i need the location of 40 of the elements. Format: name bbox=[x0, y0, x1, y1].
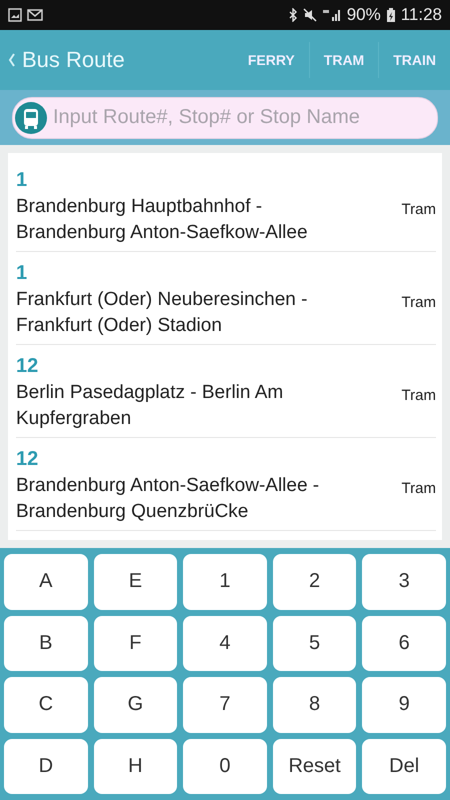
clock-time: 11:28 bbox=[400, 5, 442, 25]
keypad-key[interactable]: D bbox=[4, 738, 88, 794]
keypad-key[interactable]: B bbox=[4, 616, 88, 671]
keypad-key[interactable]: 0 bbox=[183, 738, 267, 794]
search-bar[interactable]: Input Route#, Stop# or Stop Name bbox=[12, 96, 438, 138]
battery-percent: 90% bbox=[346, 5, 381, 25]
keypad-key[interactable]: G bbox=[94, 677, 178, 732]
keypad-key[interactable]: 6 bbox=[362, 616, 446, 671]
gallery-icon bbox=[8, 8, 22, 22]
keypad-key[interactable]: 7 bbox=[183, 677, 267, 732]
transport-mode: Tram bbox=[402, 479, 436, 499]
transport-mode: Tram bbox=[402, 386, 436, 406]
keypad-key[interactable]: F bbox=[94, 616, 178, 671]
keypad-key[interactable]: Del bbox=[362, 738, 446, 794]
keypad-key[interactable]: C bbox=[4, 677, 88, 732]
mute-icon bbox=[302, 8, 317, 22]
keypad-key[interactable]: A bbox=[4, 554, 88, 610]
keypad-key[interactable]: 3 bbox=[362, 554, 446, 610]
keypad-key[interactable]: 8 bbox=[272, 677, 356, 732]
transport-mode: Tram bbox=[402, 293, 436, 313]
battery-icon bbox=[386, 8, 396, 22]
transport-mode: Tram bbox=[402, 200, 436, 220]
keypad-key[interactable]: E bbox=[94, 554, 178, 610]
route-name[interactable]: Frankfurt (Oder) Neuberesinchen - Frankfurt (Oder) Stadion bbox=[16, 287, 356, 339]
keypad-key[interactable]: 2 bbox=[272, 554, 356, 610]
bus-icon bbox=[15, 102, 47, 134]
keypad-key[interactable]: 5 bbox=[272, 616, 356, 671]
keypad-key[interactable]: Reset bbox=[272, 738, 356, 794]
route-name[interactable]: Brandenburg Anton-Saefkow-Allee - Brandenburg QuenzbrüCke bbox=[16, 473, 356, 525]
keypad-key[interactable]: 1 bbox=[183, 554, 267, 610]
keypad-key[interactable]: 4 bbox=[183, 616, 267, 671]
keypad-key[interactable]: 9 bbox=[362, 677, 446, 732]
route-name[interactable]: Brandenburg Hauptbahnhof - Brandenburg Anton-Saefkow-Allee bbox=[16, 194, 356, 246]
signal-icon bbox=[322, 8, 342, 22]
keypad-key[interactable]: H bbox=[94, 738, 178, 794]
chevron-left-icon bbox=[8, 52, 16, 68]
route-name[interactable]: Berlin Pasedagplatz - Berlin Am Kupfergraben bbox=[16, 380, 356, 432]
mail-icon bbox=[27, 9, 43, 21]
page-title: Bus Route bbox=[22, 47, 125, 73]
bluetooth-icon bbox=[288, 8, 298, 22]
